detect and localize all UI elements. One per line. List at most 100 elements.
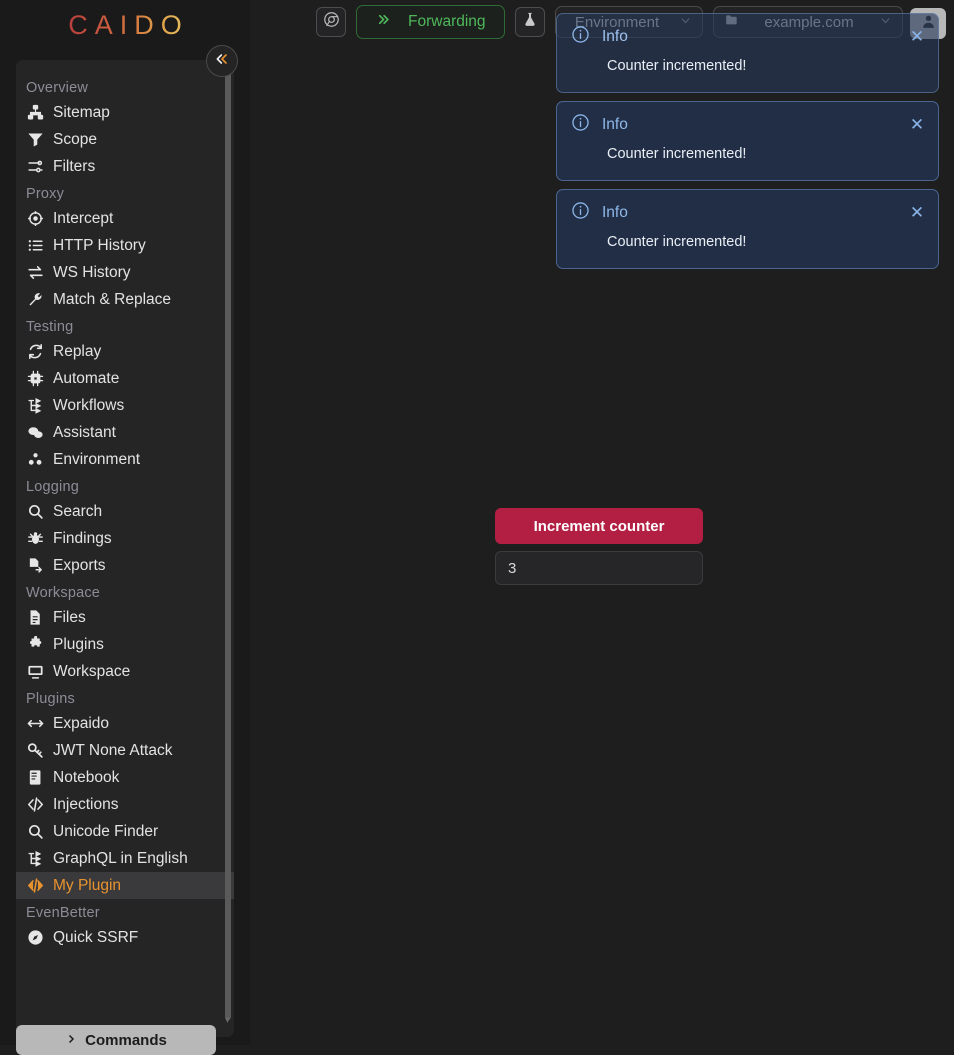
scroll-down-arrow-icon[interactable]: ▾ <box>223 1016 232 1026</box>
sidebar-item-automate[interactable]: Automate <box>16 365 234 392</box>
arrows-horizontal-icon <box>27 715 44 732</box>
sidebar-item-label: Injections <box>53 795 119 813</box>
sidebar-item-expaido[interactable]: Expaido <box>16 710 234 737</box>
sidebar-item-label: GraphQL in English <box>53 849 188 867</box>
sidebar-item-plugins[interactable]: Plugins <box>16 631 234 658</box>
close-icon[interactable]: ✕ <box>908 28 926 46</box>
increment-counter-button[interactable]: Increment counter <box>495 508 703 544</box>
sidebar-item-label: Replay <box>53 342 102 360</box>
testing-flask-button[interactable] <box>514 7 545 37</box>
counter-value-input[interactable] <box>495 551 703 585</box>
browser-launch-button[interactable] <box>316 7 346 37</box>
key-icon <box>27 742 44 759</box>
sidebar-item-label: WS History <box>53 263 131 281</box>
sidebar-item-label: Files <box>53 608 86 626</box>
sidebar-item-injections[interactable]: Injections <box>16 791 234 818</box>
bug-icon <box>27 530 44 547</box>
sidebar-item-http-history[interactable]: HTTP History <box>16 232 234 259</box>
sidebar-item-quick-ssrf[interactable]: Quick SSRF <box>16 924 234 951</box>
sidebar-item-label: Quick SSRF <box>53 928 139 946</box>
workflow-nodes-icon <box>27 850 44 867</box>
toast-notification: Info Counter incremented! ✕ <box>556 189 939 269</box>
sidebar-item-label: Intercept <box>53 209 114 227</box>
sidebar-item-label: Automate <box>53 369 120 387</box>
sidebar-item-label: Workflows <box>53 396 125 414</box>
puzzle-piece-icon <box>27 636 44 653</box>
sidebar-item-findings[interactable]: Findings <box>16 525 234 552</box>
sidebar-item-label: Scope <box>53 130 97 148</box>
sidebar-item-label: Search <box>53 502 103 520</box>
toast-severity: Info <box>602 204 628 221</box>
toast-header: Info <box>571 113 924 137</box>
compass-icon <box>27 929 44 946</box>
monitor-icon <box>27 663 44 680</box>
sidebar-item-environment[interactable]: Environment <box>16 446 234 473</box>
chat-bubbles-icon <box>27 424 44 441</box>
refresh-icon <box>27 343 44 360</box>
sidebar-item-intercept[interactable]: Intercept <box>16 205 234 232</box>
sidebar-item-label: Assistant <box>53 423 116 441</box>
sidebar-item-my-plugin[interactable]: My Plugin <box>16 872 234 899</box>
code-brackets-icon <box>27 796 44 813</box>
sidebar-item-notebook[interactable]: Notebook <box>16 764 234 791</box>
sidebar-item-replay[interactable]: Replay <box>16 338 234 365</box>
sidebar-item-label: Exports <box>53 556 106 574</box>
sidebar-item-scope[interactable]: Scope <box>16 126 234 153</box>
sidebar-item-match-replace[interactable]: Match & Replace <box>16 286 234 313</box>
toast-notification: Info Counter incremented! ✕ <box>556 101 939 181</box>
toast-header: Info <box>571 25 924 49</box>
toast-severity: Info <box>602 28 628 45</box>
app-logo: CAIDO <box>0 0 250 44</box>
sidebar-item-label: Expaido <box>53 714 110 732</box>
search-icon <box>27 823 44 840</box>
file-export-icon <box>27 557 44 574</box>
forwarding-button-label: Forwarding <box>408 13 486 30</box>
sidebar-collapse-button[interactable] <box>206 45 238 77</box>
sidebar-item-label: Workspace <box>53 662 131 680</box>
chevrons-right-icon <box>375 12 392 32</box>
sidebar-item-sitemap[interactable]: Sitemap <box>16 99 234 126</box>
sliders-icon <box>27 158 44 175</box>
workflow-nodes-icon <box>27 397 44 414</box>
book-icon <box>27 769 44 786</box>
sidebar-item-assistant[interactable]: Assistant <box>16 419 234 446</box>
info-circle-icon <box>571 25 590 49</box>
sidebar-item-search[interactable]: Search <box>16 498 234 525</box>
close-icon[interactable]: ✕ <box>908 116 926 134</box>
sidebar-item-label: My Plugin <box>53 876 122 894</box>
sidebar-item-label: HTTP History <box>53 236 146 254</box>
toast-message: Counter incremented! <box>607 146 747 162</box>
toast-message: Counter incremented! <box>607 234 747 250</box>
sitemap-icon <box>27 104 44 121</box>
sidebar-item-exports[interactable]: Exports <box>16 552 234 579</box>
sidebar-scrollbar[interactable] <box>225 68 231 1020</box>
sidebar-item-workflows[interactable]: Workflows <box>16 392 234 419</box>
sidebar-item-graphql-in-english[interactable]: GraphQL in English <box>16 845 234 872</box>
info-circle-icon <box>571 201 590 225</box>
exchange-arrows-icon <box>27 264 44 281</box>
toast-container: Info Counter incremented! ✕ Info Counter inc… <box>556 13 939 269</box>
sidebar-item-jwt-none-attack[interactable]: JWT None Attack <box>16 737 234 764</box>
sidebar-item-label: Match & Replace <box>53 290 172 308</box>
sidebar-item-label: Plugins <box>53 635 104 653</box>
sidebar-item-label: Filters <box>53 157 96 175</box>
filter-funnel-icon <box>27 131 44 148</box>
commands-button[interactable]: Commands <box>16 1025 216 1055</box>
list-icon <box>27 237 44 254</box>
close-icon[interactable]: ✕ <box>908 204 926 222</box>
sidebar-item-unicode-finder[interactable]: Unicode Finder <box>16 818 234 845</box>
sidebar-item-workspace[interactable]: Workspace <box>16 658 234 685</box>
counter-widget: Increment counter <box>495 508 703 585</box>
flask-icon <box>522 11 538 33</box>
wrench-icon <box>27 291 44 308</box>
sidebar-section-evenbetter: EvenBetter <box>26 905 100 921</box>
sidebar-item-label: Findings <box>53 529 112 547</box>
crosshair-icon <box>27 210 44 227</box>
forwarding-button[interactable]: Forwarding <box>356 5 505 39</box>
sidebar-item-ws-history[interactable]: WS History <box>16 259 234 286</box>
toast-message: Counter incremented! <box>607 58 747 74</box>
sidebar-item-files[interactable]: Files <box>16 604 234 631</box>
sidebar-item-filters[interactable]: Filters <box>16 153 234 180</box>
app-logo-text: CAIDO <box>61 10 189 41</box>
sidebar-section-testing: Testing <box>26 319 74 335</box>
